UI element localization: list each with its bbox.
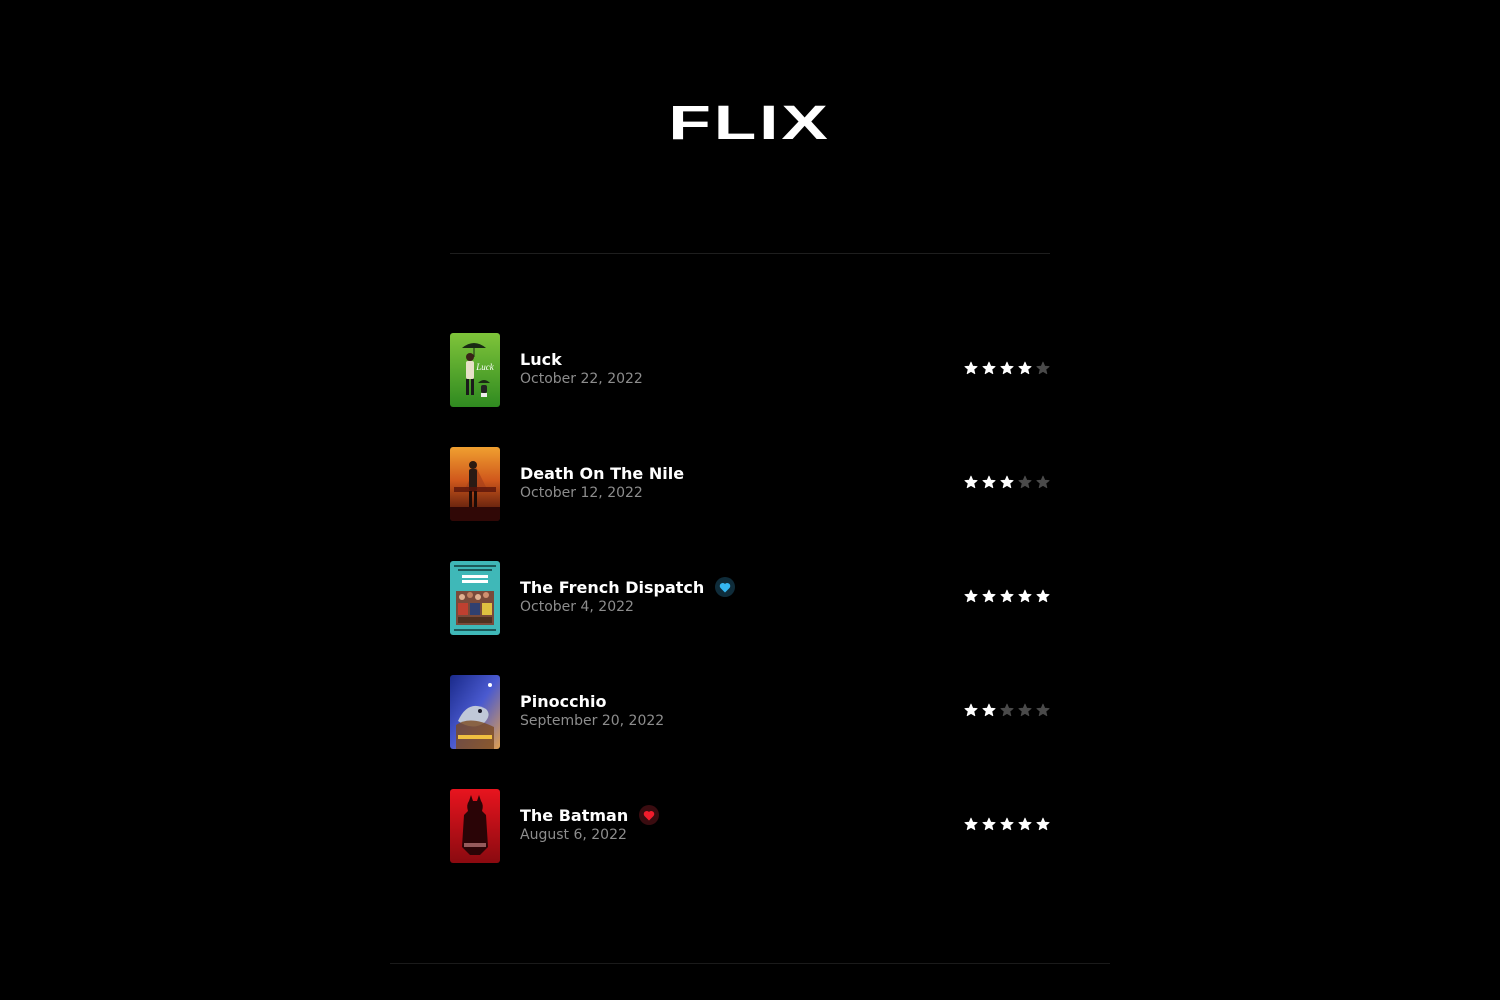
star-empty-icon[interactable] <box>1036 475 1050 489</box>
star-empty-icon[interactable] <box>1000 703 1014 717</box>
svg-text:Luck: Luck <box>475 362 495 372</box>
movie-date: August 6, 2022 <box>520 827 627 843</box>
star-filled-icon[interactable] <box>982 361 996 375</box>
movie-row[interactable]: Luck Luck October 22, 2022 <box>450 333 1050 407</box>
star-filled-icon[interactable] <box>964 703 978 717</box>
star-empty-icon[interactable] <box>1018 475 1032 489</box>
star-rating[interactable] <box>964 475 1050 489</box>
star-rating[interactable] <box>964 361 1050 375</box>
favorite-badge[interactable] <box>639 805 660 825</box>
movie-row[interactable]: The Batman August 6, 2022 <box>450 789 1050 863</box>
movie-row[interactable]: Pinocchio September 20, 2022 <box>450 675 1050 749</box>
star-filled-icon[interactable] <box>1000 589 1014 603</box>
star-filled-icon[interactable] <box>982 475 996 489</box>
movie-title[interactable]: Death On The Nile <box>520 464 684 483</box>
star-filled-icon[interactable] <box>982 589 996 603</box>
star-filled-icon[interactable] <box>964 589 978 603</box>
movie-title[interactable]: The French Dispatch <box>520 578 704 597</box>
star-filled-icon[interactable] <box>1018 589 1032 603</box>
the-batman-poster-image[interactable] <box>450 789 500 863</box>
star-empty-icon[interactable] <box>1036 703 1050 717</box>
header-divider <box>450 253 1050 254</box>
movie-date: October 12, 2022 <box>520 485 643 501</box>
star-rating[interactable] <box>964 817 1050 831</box>
star-filled-icon[interactable] <box>1036 589 1050 603</box>
star-filled-icon[interactable] <box>964 361 978 375</box>
movie-date: October 22, 2022 <box>520 371 643 387</box>
star-filled-icon[interactable] <box>964 475 978 489</box>
star-filled-icon[interactable] <box>964 817 978 831</box>
star-filled-icon[interactable] <box>982 817 996 831</box>
movie-row[interactable]: Death On The Nile October 12, 2022 <box>450 447 1050 521</box>
star-filled-icon[interactable] <box>1000 361 1014 375</box>
star-empty-icon[interactable] <box>1018 703 1032 717</box>
movie-date: September 20, 2022 <box>520 713 665 729</box>
favorite-badge[interactable] <box>715 577 736 597</box>
red-heart-icon <box>643 810 655 820</box>
movie-row[interactable]: The French Dispatch October 4, 2022 <box>450 561 1050 635</box>
star-filled-icon[interactable] <box>1000 475 1014 489</box>
pinocchio-poster-image[interactable] <box>450 675 500 749</box>
star-filled-icon[interactable] <box>1000 817 1014 831</box>
page: FLIX Luck Luck October 22, 2022 Death On… <box>0 0 1500 1000</box>
movie-title[interactable]: The Batman <box>520 806 628 825</box>
star-rating[interactable] <box>964 589 1050 603</box>
movie-title[interactable]: Luck <box>520 350 562 369</box>
star-empty-icon[interactable] <box>1036 361 1050 375</box>
star-filled-icon[interactable] <box>1018 361 1032 375</box>
movie-list: Luck Luck October 22, 2022 Death On The … <box>450 333 1050 903</box>
blue-heart-icon <box>720 582 731 592</box>
star-filled-icon[interactable] <box>1018 817 1032 831</box>
star-rating[interactable] <box>964 703 1050 717</box>
luck-poster-image[interactable]: Luck <box>450 333 500 407</box>
footer-divider <box>390 963 1110 964</box>
star-filled-icon[interactable] <box>982 703 996 717</box>
death-on-the-nile-poster-image[interactable] <box>450 447 500 521</box>
french-dispatch-poster-image[interactable] <box>450 561 500 635</box>
movie-date: October 4, 2022 <box>520 599 634 615</box>
flix-logo[interactable]: FLIX <box>0 96 1500 152</box>
star-filled-icon[interactable] <box>1036 817 1050 831</box>
movie-title[interactable]: Pinocchio <box>520 692 606 711</box>
